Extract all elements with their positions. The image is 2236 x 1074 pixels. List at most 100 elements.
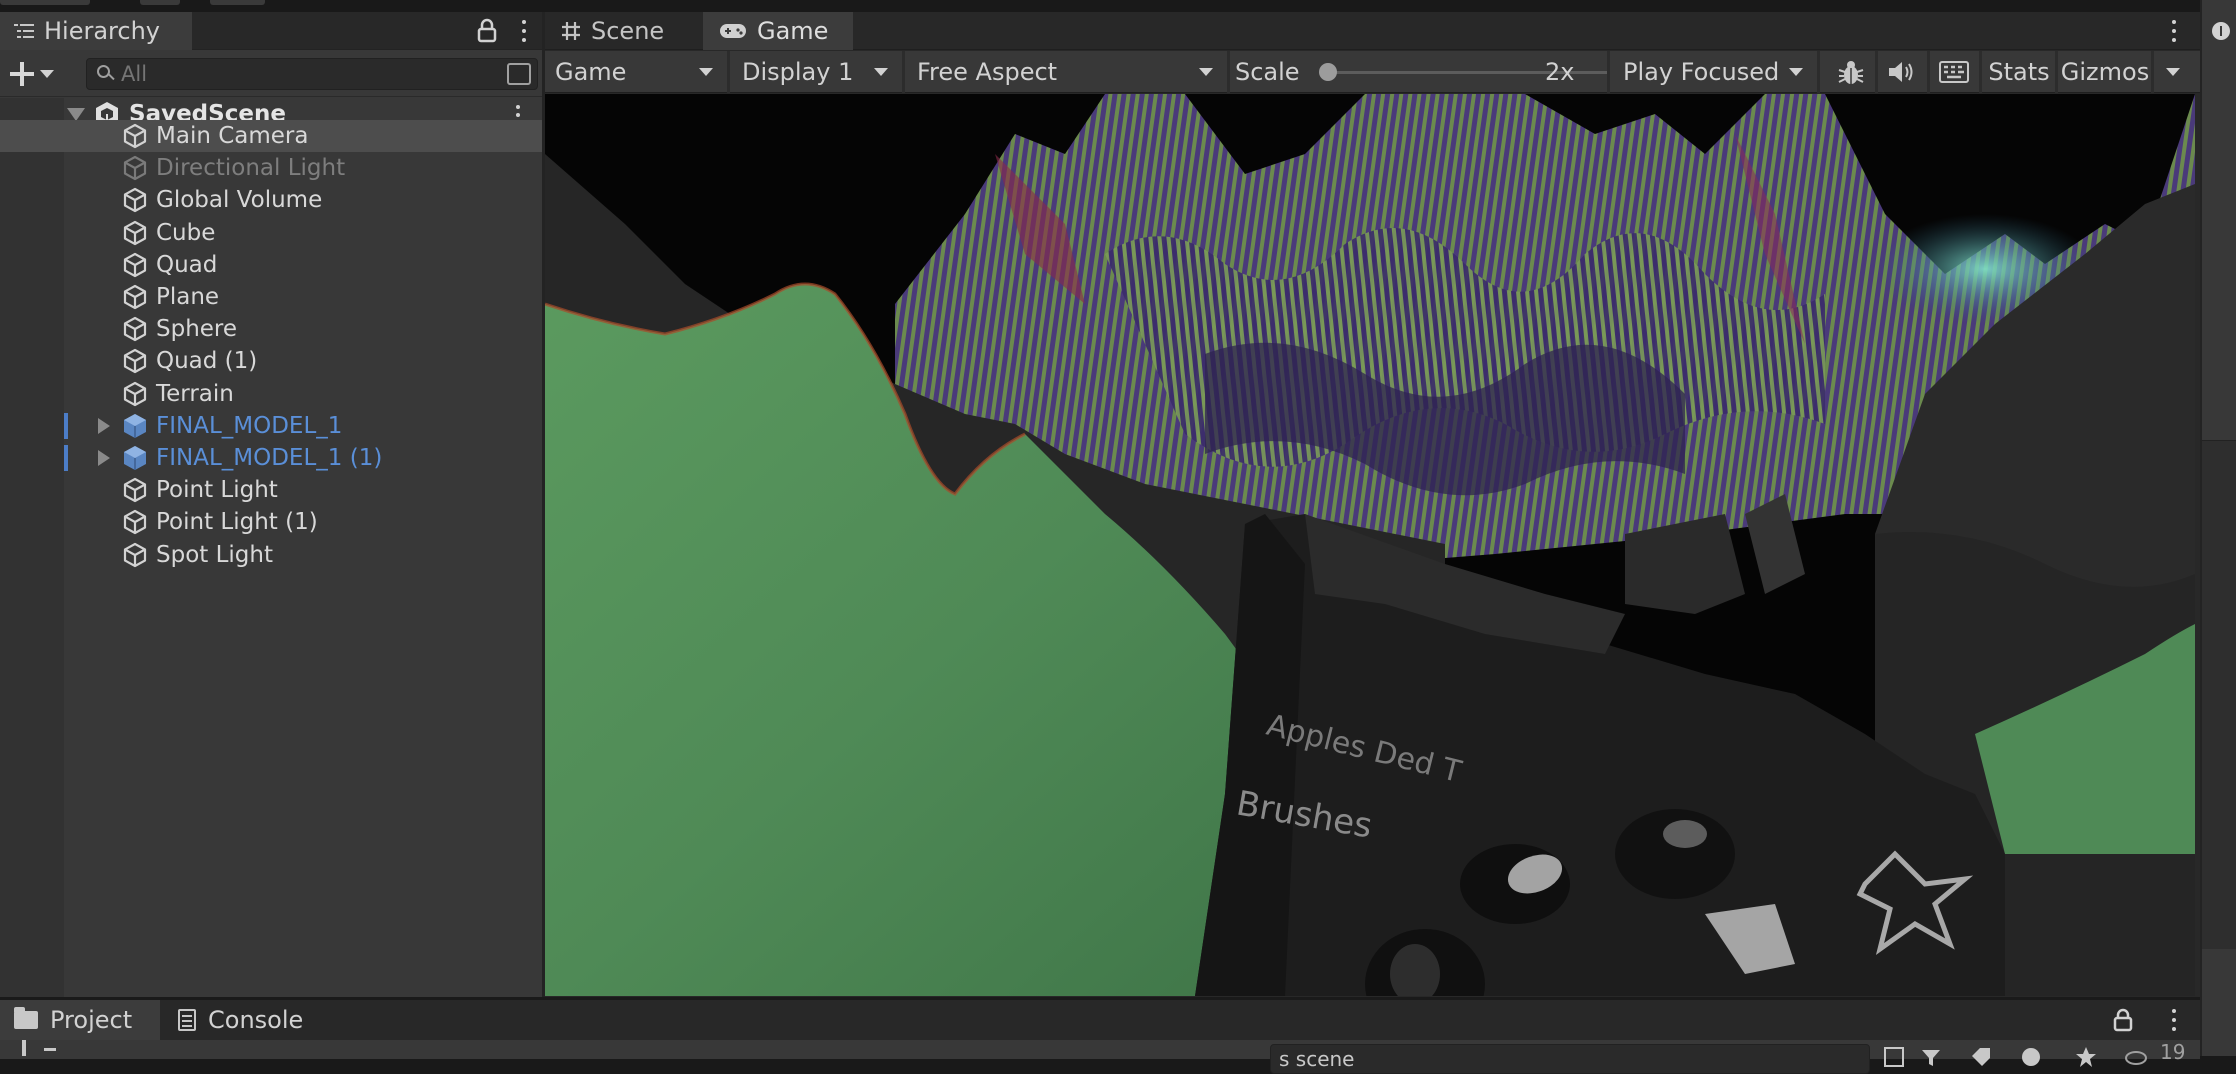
aspect-value: Free Aspect [917,58,1058,86]
filter-icon[interactable] [1920,1046,1942,1068]
project-search-input[interactable] [1271,1045,1787,1073]
game-menu-icon[interactable] [2168,18,2180,44]
chevron-down-icon [699,68,713,76]
audio-icon[interactable] [1887,59,1915,85]
stats-button[interactable]: Stats [1985,55,2053,89]
inspector-strip [2200,0,2236,1056]
gizmos-dropdown-icon[interactable] [2166,68,2180,76]
gameobject-cube-icon [123,156,147,181]
toolbar-divider [727,51,730,93]
game-tabbar: Scene Game [545,12,2200,50]
add-asset-icon[interactable] [22,1040,26,1056]
dropdown-icon[interactable] [44,1048,56,1051]
search-icon[interactable] [97,65,115,83]
console-icon [178,1009,196,1031]
hierarchy-search[interactable] [86,58,538,90]
hierarchy-row[interactable]: Quad (1) [0,345,542,377]
view-mode-value: Game [555,58,627,86]
hierarchy-row[interactable]: Cube [0,217,542,249]
search-type-icon[interactable] [1883,1046,1905,1068]
play-mode-dropdown[interactable]: Play Focused [1613,55,1815,89]
keyboard-icon[interactable] [1939,61,1969,83]
tab-scene[interactable]: Scene [545,12,703,50]
label-icon[interactable] [1970,1046,1992,1068]
gameobject-cube-icon [123,284,147,310]
hierarchy-row-label: Terrain [156,380,234,407]
warning-icon[interactable] [2020,1046,2042,1068]
eye-icon[interactable] [2125,1044,2147,1066]
game-viewport[interactable]: Apples Ded T Brushes [545,94,2195,996]
toolbar-divider [2055,51,2058,93]
bottom-panel: Project Console 19 [0,997,2200,1074]
tab-console-label: Console [208,1006,304,1034]
hierarchy-row-label: Plane [156,284,220,310]
hierarchy-row[interactable]: Sphere [0,313,542,345]
info-icon[interactable] [2212,22,2230,40]
hidden-count: 19 [2160,1040,2186,1064]
gameobject-cube-icon [123,510,147,535]
aspect-dropdown[interactable]: Free Aspect [907,55,1225,89]
scale-value: 2x [1545,58,1575,86]
hierarchy-prefab-row[interactable]: FINAL_MODEL_1 [0,410,542,442]
expand-arrow-icon[interactable] [98,450,110,466]
hierarchy-row-label: FINAL_MODEL_1 (1) [156,445,383,471]
hierarchy-row-label: Point Light (1) [156,509,318,536]
toolbar-divider [1927,51,1930,93]
hierarchy-row-label: FINAL_MODEL_1 [156,412,343,439]
hierarchy-row[interactable]: Main Camera [0,120,542,152]
chevron-down-icon [40,70,54,78]
hierarchy-row-label: Directional Light [156,155,346,182]
hierarchy-search-input[interactable] [115,61,483,87]
toolbar-divider [1817,51,1820,93]
tab-game[interactable]: Game [703,12,853,50]
tab-hierarchy[interactable]: Hierarchy [0,12,192,50]
hierarchy-menu-icon[interactable] [518,18,530,44]
project-search[interactable] [1270,1044,1870,1074]
gameobject-cube-icon [123,349,147,374]
hierarchy-row[interactable]: Global Volume [0,184,542,216]
prefab-cube-icon [124,446,146,470]
chevron-down-icon [874,68,888,76]
create-object-button[interactable] [10,59,66,89]
view-mode-dropdown[interactable]: Game [545,55,725,89]
lock-icon[interactable] [474,18,500,44]
toolbar-divider [1607,51,1610,93]
tab-console[interactable]: Console [160,1000,330,1040]
expand-arrow-icon[interactable] [98,417,110,434]
toolbar-divider [2151,51,2154,93]
prefab-override-bar [64,412,68,439]
display-dropdown[interactable]: Display 1 [732,55,900,89]
search-mode-icon[interactable] [507,63,531,85]
tab-project[interactable]: Project [0,1000,160,1040]
hierarchy-row-label: Spot Light [156,541,273,568]
bottom-menu-icon[interactable] [2168,1007,2180,1033]
hierarchy-tab-label: Hierarchy [44,17,161,45]
hierarchy-row[interactable]: Point Light (1) [0,506,542,538]
hierarchy-tree: SavedScene Main Camera Directional Light G… [0,98,542,998]
hierarchy-row[interactable]: Terrain [0,378,542,410]
hierarchy-prefab-row[interactable]: FINAL_MODEL_1 (1) [0,442,542,474]
hierarchy-toolbar [0,51,542,97]
hierarchy-row[interactable]: Point Light [0,474,542,506]
game-toolbar: Game Display 1 Free Aspect Scale 2x Play… [545,51,2200,93]
tab-scene-label: Scene [591,17,665,45]
hierarchy-row-label: Global Volume [156,187,323,214]
play-mode-value: Play Focused [1623,58,1780,86]
toolbar-divider [1227,51,1230,93]
scale-thumb[interactable] [1319,63,1337,81]
top-tab-stub [0,0,90,5]
display-value: Display 1 [742,58,854,86]
top-tab-stub [140,0,180,5]
hierarchy-row[interactable]: Quad [0,249,542,281]
game-panel: Scene Game Game Display 1 Free Aspect Sc… [545,12,2200,997]
prefab-cube-icon [124,413,146,438]
hierarchy-row[interactable]: Plane [0,281,542,313]
top-tab-stub [210,0,265,5]
lock-icon[interactable] [2112,1008,2134,1032]
star-icon[interactable] [2075,1046,2097,1068]
hierarchy-row[interactable]: Directional Light [0,152,542,184]
hierarchy-row[interactable]: Spot Light [0,539,542,571]
bug-icon[interactable] [1837,60,1865,86]
gizmos-button[interactable]: Gizmos [2060,55,2150,89]
gameobject-cube-icon [123,542,147,567]
